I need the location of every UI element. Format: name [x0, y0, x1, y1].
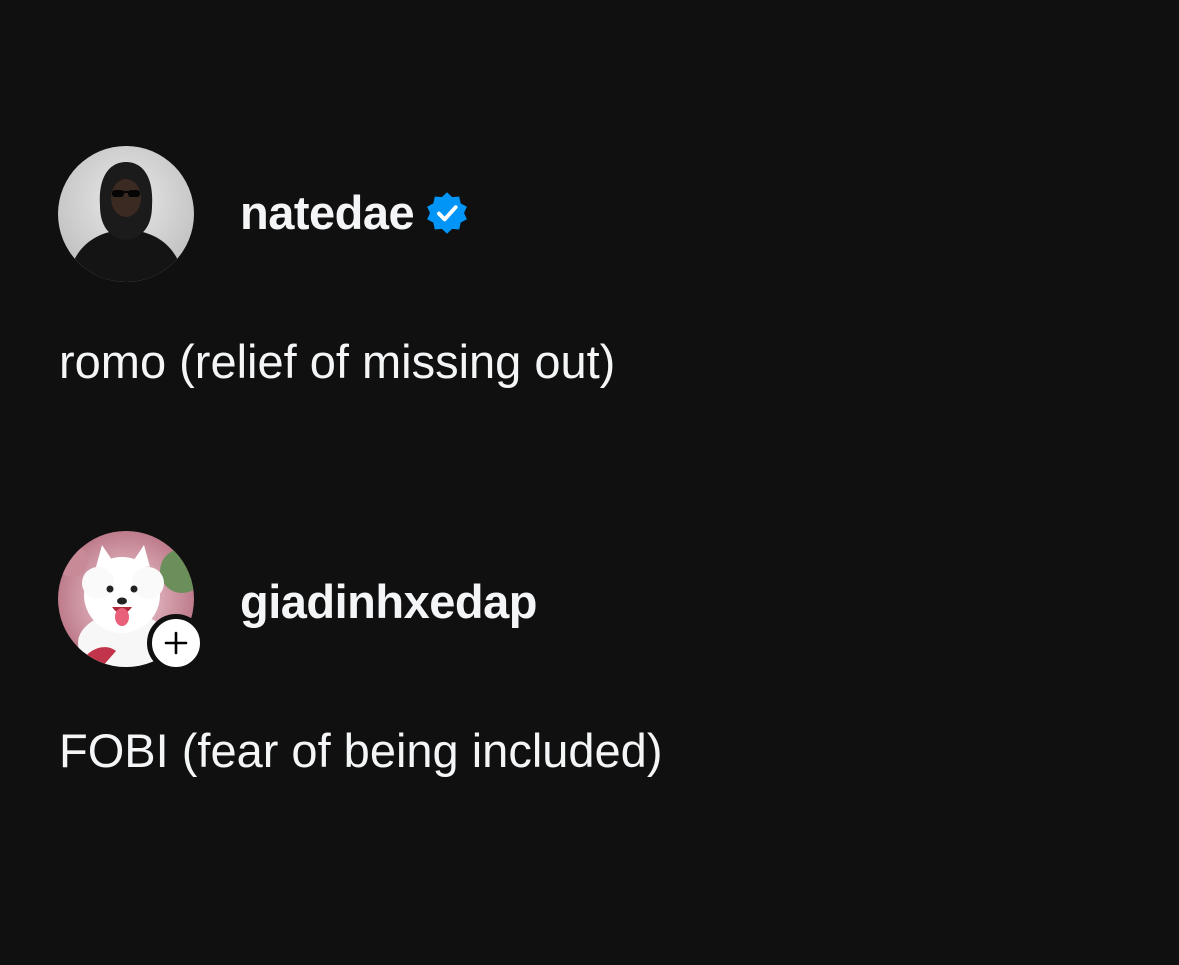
avatar-container[interactable]	[58, 531, 205, 672]
follow-button[interactable]	[147, 614, 205, 672]
username[interactable]: giadinhxedap	[240, 578, 537, 625]
avatar[interactable]	[58, 146, 194, 282]
verified-badge-icon	[424, 190, 470, 236]
person-hooded-avatar-icon	[58, 146, 194, 282]
username[interactable]: natedae	[240, 189, 415, 236]
avatar-container[interactable]	[58, 146, 194, 282]
plus-icon	[164, 631, 188, 655]
username-row: natedae	[240, 189, 470, 236]
post-text: FOBI (fear of being included)	[59, 724, 663, 777]
post-text: romo (relief of missing out)	[59, 335, 616, 388]
username-row: giadinhxedap	[240, 578, 537, 625]
